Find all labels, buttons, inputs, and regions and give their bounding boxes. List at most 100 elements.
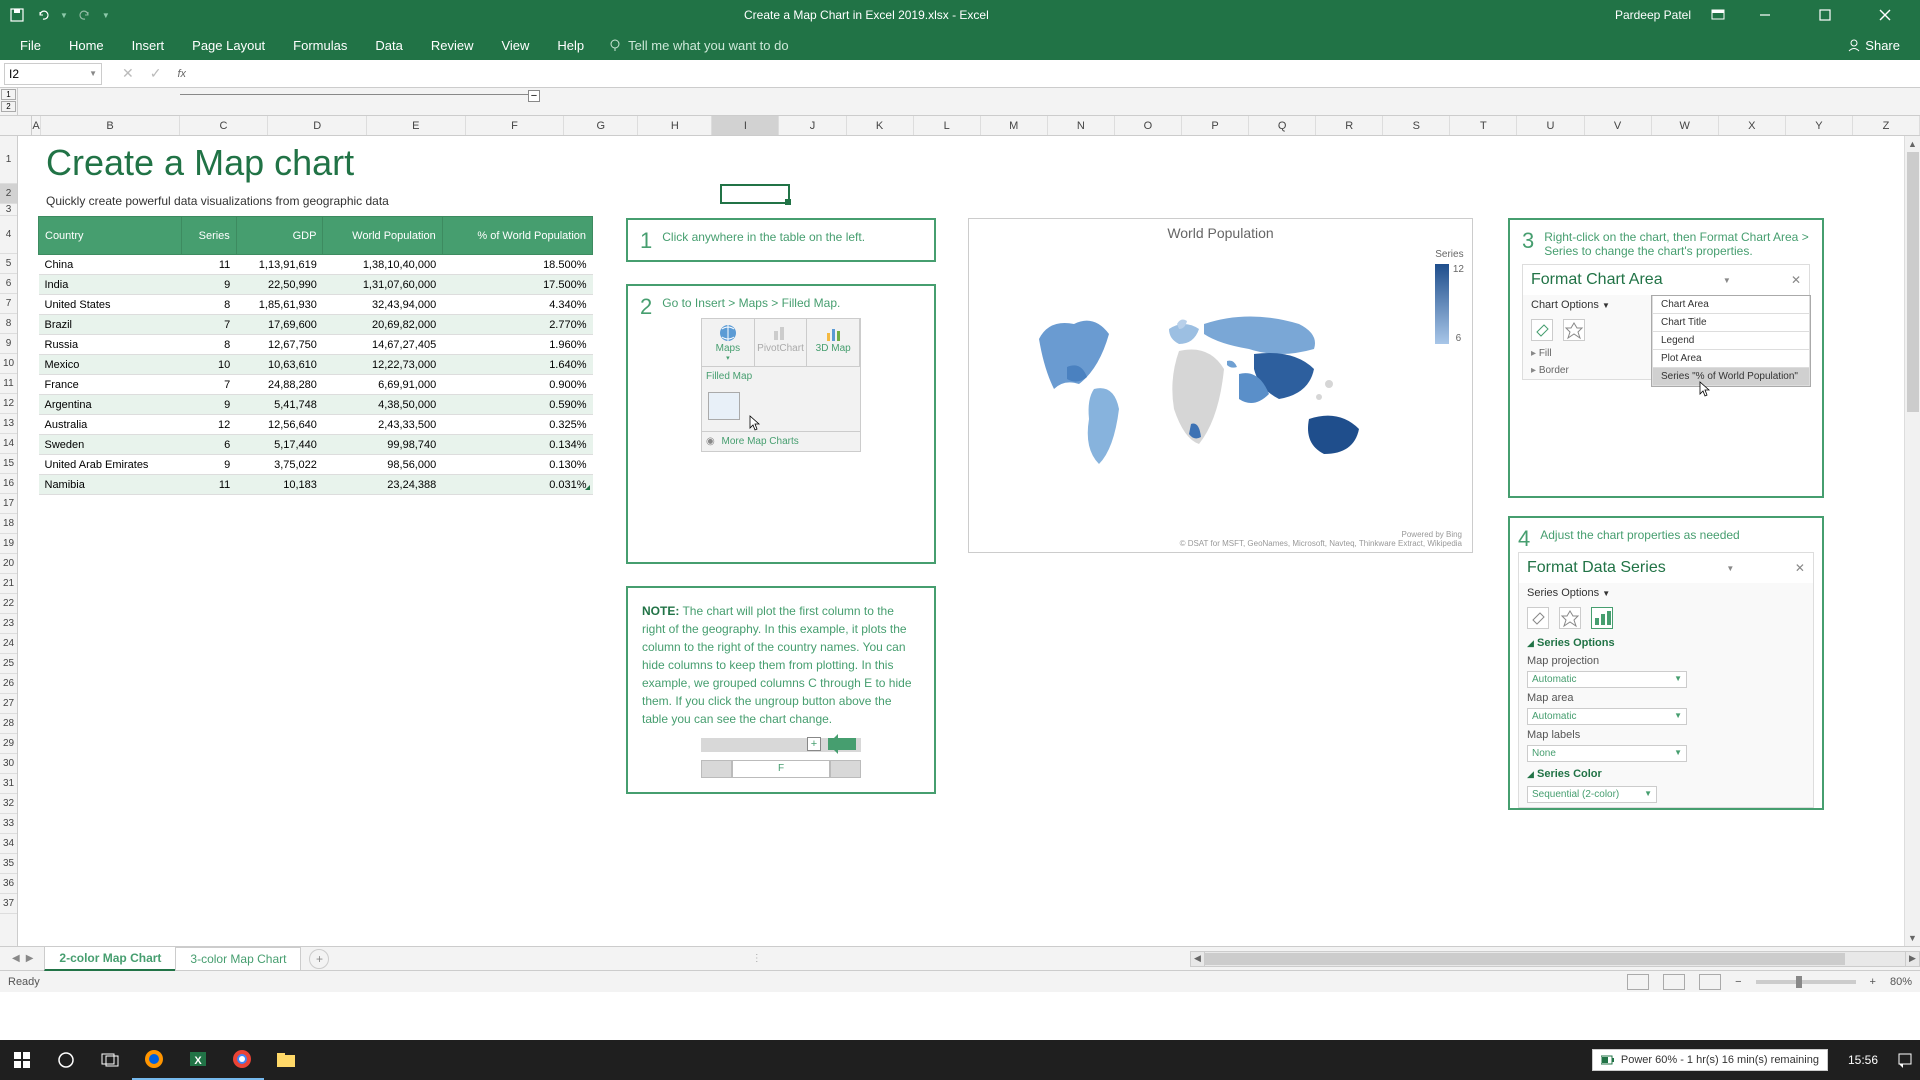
clock[interactable]: 15:56	[1836, 1053, 1890, 1067]
scroll-up-icon[interactable]: ▲	[1905, 136, 1920, 152]
table-cell[interactable]: 6,69,91,000	[323, 375, 442, 395]
col-header[interactable]: H	[638, 116, 712, 135]
data-table[interactable]: Country Series GDP World Population % of…	[38, 216, 593, 495]
row-header[interactable]: 20	[0, 554, 17, 574]
row-header[interactable]: 6	[0, 274, 17, 294]
tab-home[interactable]: Home	[55, 32, 118, 59]
col-header[interactable]: T	[1450, 116, 1517, 135]
task-view-icon[interactable]	[88, 1040, 132, 1080]
table-cell[interactable]: 4.340%	[442, 295, 592, 315]
table-cell[interactable]: Russia	[39, 335, 182, 355]
table-cell[interactable]: 1,85,61,930	[236, 295, 323, 315]
table-cell[interactable]: 0.031%	[442, 475, 592, 495]
table-cell[interactable]: 1,31,07,60,000	[323, 275, 442, 295]
zoom-out-button[interactable]: −	[1735, 976, 1741, 988]
scroll-right-icon[interactable]: ▶	[1905, 952, 1919, 966]
effects-icon[interactable]	[1559, 607, 1581, 629]
row-header[interactable]: 23	[0, 614, 17, 634]
tab-formulas[interactable]: Formulas	[279, 32, 361, 59]
col-header[interactable]: I	[712, 116, 779, 135]
table-cell[interactable]: 5,41,748	[236, 395, 323, 415]
dropdown-item[interactable]: Chart Title	[1652, 314, 1810, 332]
tab-view[interactable]: View	[487, 32, 543, 59]
row-header[interactable]: 30	[0, 754, 17, 774]
zoom-level[interactable]: 80%	[1890, 976, 1912, 988]
row-header[interactable]: 35	[0, 854, 17, 874]
col-header[interactable]: W	[1652, 116, 1719, 135]
start-button[interactable]	[0, 1040, 44, 1080]
table-cell[interactable]: 5,17,440	[236, 435, 323, 455]
table-cell[interactable]: 1.640%	[442, 355, 592, 375]
col-header[interactable]: X	[1719, 116, 1786, 135]
accept-formula-icon[interactable]: ✓	[150, 65, 162, 82]
chrome-icon[interactable]	[220, 1040, 264, 1080]
page-layout-button[interactable]	[1663, 974, 1685, 990]
table-cell[interactable]: 23,24,388	[323, 475, 442, 495]
chevron-down-icon[interactable]: ▼	[1726, 564, 1734, 573]
table-cell[interactable]: 0.590%	[442, 395, 592, 415]
row-header[interactable]: 10	[0, 354, 17, 374]
table-cell[interactable]: 22,50,990	[236, 275, 323, 295]
table-cell[interactable]: 0.134%	[442, 435, 592, 455]
chevron-down-icon[interactable]: ▼	[89, 69, 97, 78]
sheet-canvas[interactable]: Create a Map chart Quickly create powerf…	[18, 136, 1920, 946]
col-header[interactable]: E	[367, 116, 466, 135]
table-header[interactable]: % of World Population	[442, 217, 592, 255]
table-cell[interactable]: 2,43,33,500	[323, 415, 442, 435]
series-options-section[interactable]: Series Options	[1537, 637, 1615, 649]
vertical-scrollbar[interactable]: ▲ ▼	[1904, 136, 1920, 946]
tab-insert[interactable]: Insert	[118, 32, 179, 59]
close-button[interactable]	[1865, 0, 1905, 30]
table-cell[interactable]: India	[39, 275, 182, 295]
name-box[interactable]: I2 ▼	[4, 63, 102, 85]
col-header[interactable]: S	[1383, 116, 1450, 135]
row-header[interactable]: 34	[0, 834, 17, 854]
table-cell[interactable]: Sweden	[39, 435, 182, 455]
col-header[interactable]: M	[981, 116, 1048, 135]
row-header[interactable]: 14	[0, 434, 17, 454]
row-header[interactable]: 13	[0, 414, 17, 434]
close-icon[interactable]: ✕	[1795, 561, 1805, 575]
row-header[interactable]: 9	[0, 334, 17, 354]
tab-help[interactable]: Help	[543, 32, 598, 59]
zoom-in-button[interactable]: +	[1870, 976, 1876, 988]
fmt-subtitle[interactable]: Chart Options	[1531, 299, 1599, 311]
row-header[interactable]: 33	[0, 814, 17, 834]
table-cell[interactable]: 18.500%	[442, 255, 592, 275]
fill-section[interactable]: Fill	[1539, 348, 1552, 359]
tab-page-layout[interactable]: Page Layout	[178, 32, 279, 59]
effects-icon[interactable]	[1563, 319, 1585, 341]
table-cell[interactable]: 1,13,91,619	[236, 255, 323, 275]
fill-bucket-icon[interactable]	[1531, 319, 1553, 341]
table-cell[interactable]: 32,43,94,000	[323, 295, 442, 315]
fmt-subtitle[interactable]: Series Options	[1527, 587, 1599, 599]
undo-dropdown-icon[interactable]: ▼	[60, 11, 68, 20]
row-header[interactable]: 19	[0, 534, 17, 554]
table-cell[interactable]: United States	[39, 295, 182, 315]
zoom-slider[interactable]	[1756, 980, 1856, 984]
col-header[interactable]: C	[180, 116, 269, 135]
row-header[interactable]: 1	[0, 136, 17, 184]
table-cell[interactable]: Australia	[39, 415, 182, 435]
table-cell[interactable]: 10	[182, 355, 237, 375]
fx-icon[interactable]: fx	[177, 68, 186, 80]
table-cell[interactable]: 1,38,10,40,000	[323, 255, 442, 275]
row-header[interactable]: 7	[0, 294, 17, 314]
ribbon-display-icon[interactable]	[1711, 9, 1725, 21]
table-cell[interactable]: 4,38,50,000	[323, 395, 442, 415]
notifications-icon[interactable]	[1890, 1040, 1920, 1080]
minimize-button[interactable]	[1745, 0, 1785, 30]
map-chart[interactable]: World Population Series 12 6	[968, 218, 1473, 553]
table-cell[interactable]: 11	[182, 475, 237, 495]
add-sheet-button[interactable]: +	[309, 949, 329, 969]
table-cell[interactable]: 12,56,640	[236, 415, 323, 435]
table-cell[interactable]: Brazil	[39, 315, 182, 335]
table-cell[interactable]: 99,98,740	[323, 435, 442, 455]
col-header[interactable]: G	[564, 116, 638, 135]
table-cell[interactable]: 9	[182, 275, 237, 295]
col-header[interactable]: D	[268, 116, 367, 135]
table-cell[interactable]: 9	[182, 395, 237, 415]
dropdown-item[interactable]: Plot Area	[1652, 350, 1810, 368]
selected-cell[interactable]	[720, 184, 790, 204]
cancel-formula-icon[interactable]: ✕	[122, 65, 134, 82]
